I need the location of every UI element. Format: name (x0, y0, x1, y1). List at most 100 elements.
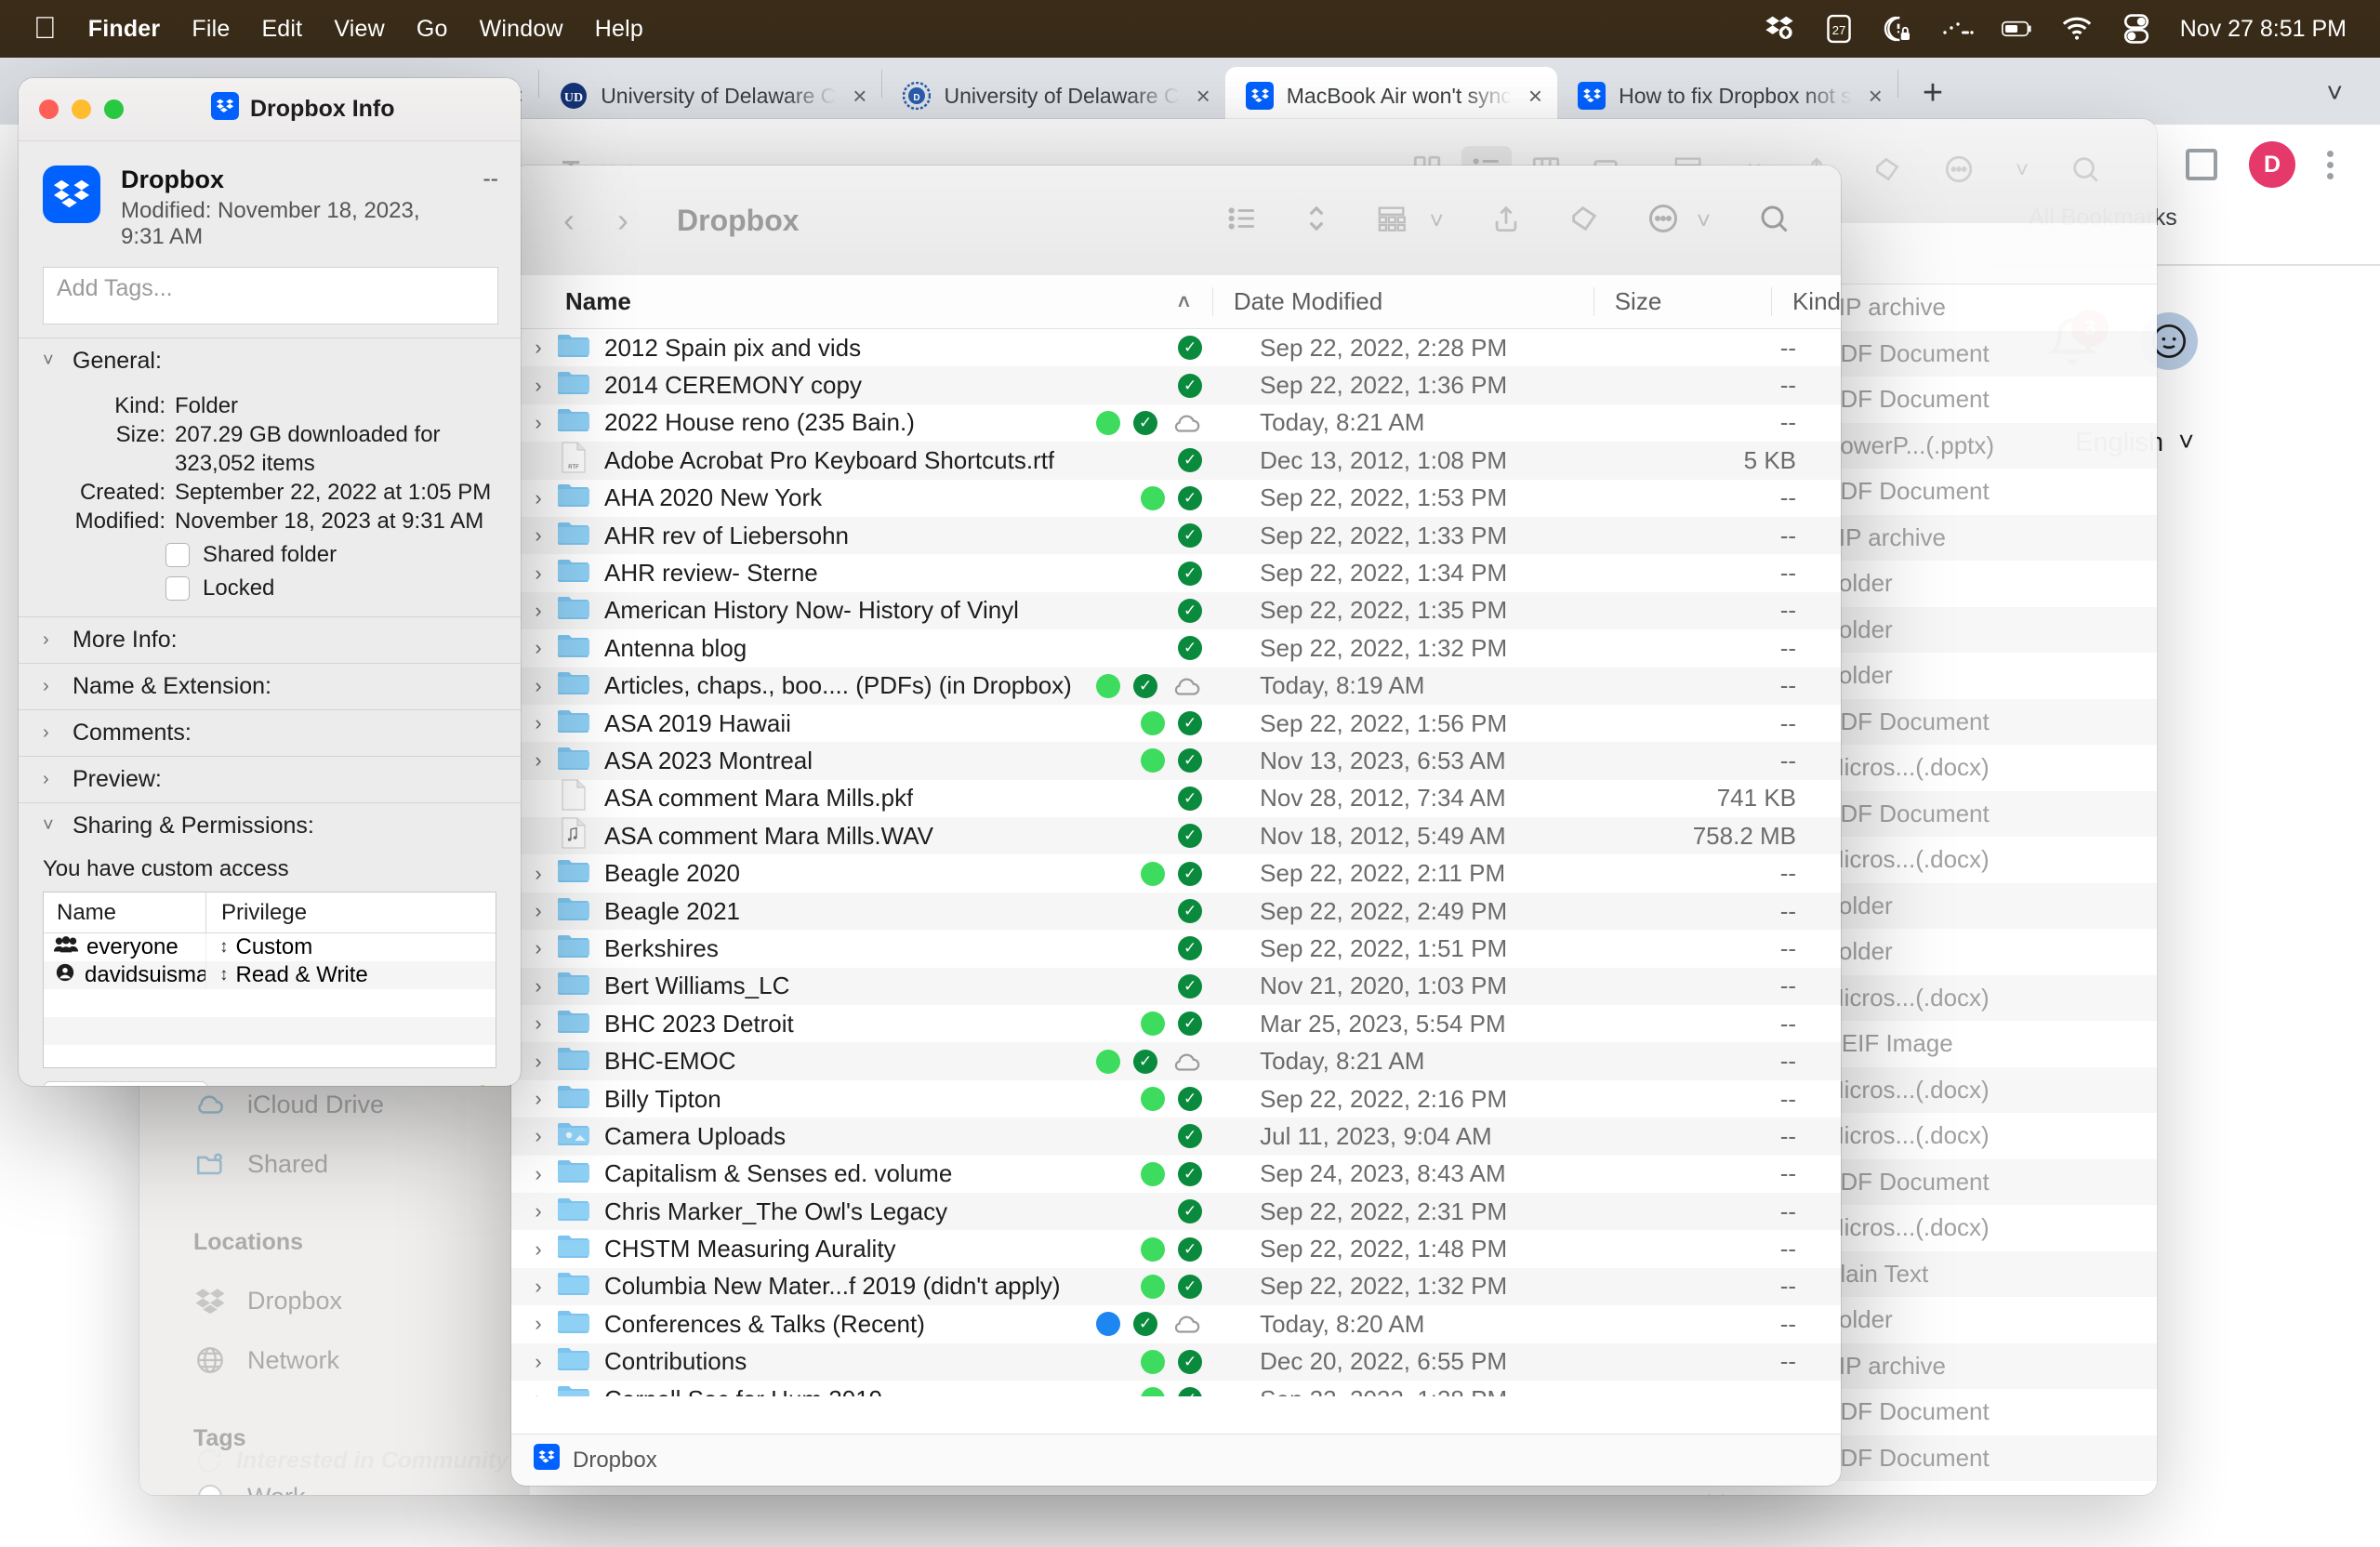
browser-tab-active[interactable]: MacBook Air won't sync × (1224, 67, 1558, 125)
cell-name[interactable]: › Chris Marker_The Owl's Legacy ✓ (511, 1195, 1239, 1229)
dropbox-icon[interactable] (1764, 13, 1795, 45)
cell-name[interactable]: › 2012 Spain pix and vids ✓ (511, 331, 1239, 365)
calendar-27-icon[interactable]: 27 (1823, 13, 1855, 45)
cell-name[interactable]: › Billy Tipton ✓ (511, 1082, 1239, 1117)
disclosure-chevron-icon[interactable]: › (522, 1012, 554, 1036)
cell-name[interactable]: › Contributions ✓ (511, 1344, 1239, 1379)
table-row[interactable]: › Berkshires ✓ Sep 22, 2022, 1:51 PM -- Folde… (511, 930, 1841, 967)
disclosure-chevron-icon[interactable]: › (522, 711, 554, 735)
disclosure-chevron-icon[interactable]: › (522, 1312, 554, 1336)
cell-name[interactable]: › AHR review- Sterne ✓ (511, 556, 1239, 590)
cell-name[interactable]: › Beagle 2020 ✓ (511, 856, 1239, 891)
table-row[interactable]: › ASA 2019 Hawaii ✓ Sep 22, 2022, 1:56 PM --… (511, 705, 1841, 742)
locked-checkbox-row[interactable]: Locked (43, 575, 496, 602)
table-row[interactable]: ASA comment Mara Mills.pkf ✓ Nov 28, 2012,… (511, 779, 1841, 817)
chevron-down-icon[interactable]: ˅ (2016, 158, 2029, 184)
share-icon[interactable] (1490, 202, 1522, 240)
tab-close-icon[interactable]: × (1197, 82, 1210, 111)
cell-name[interactable]: › Columbia New Mater...f 2019 (didn't app… (511, 1269, 1239, 1303)
info-window[interactable]: Dropbox Info Dropbox Modified: November … (19, 78, 521, 1086)
cell-name[interactable]: › Antenna blog ✓ (511, 631, 1239, 666)
menu-item-edit[interactable]: Edit (261, 16, 302, 43)
table-row[interactable]: › Capitalism & Senses ed. volume ✓ Sep 24, … (511, 1156, 1841, 1193)
disclosure-chevron-icon[interactable]: › (522, 1050, 554, 1074)
browser-menu-icon[interactable] (2327, 150, 2334, 179)
search-icon[interactable] (2069, 153, 2101, 190)
column-header-name[interactable]: Name ˄ (511, 287, 1212, 316)
column-header-size[interactable]: Size (1593, 287, 1771, 316)
disclosure-chevron-icon[interactable]: › (522, 636, 554, 660)
disclosure-chevron-icon[interactable]: › (522, 486, 554, 510)
sidebar-item-tag-work[interactable]: Work (139, 1467, 530, 1495)
disclosure-chevron-icon[interactable]: › (522, 1162, 554, 1186)
column-header-kind[interactable]: Kind (1770, 287, 1841, 316)
sidebar-item-network[interactable]: Network (139, 1330, 530, 1390)
cell-name[interactable]: RTF Adobe Acrobat Pro Keyboard Shortcuts.… (511, 442, 1239, 480)
permissions-privilege[interactable]: Custom (236, 934, 313, 960)
cell-name[interactable]: › ASA 2023 Montreal ✓ (511, 744, 1239, 778)
cell-name[interactable]: › Bert Williams_LC ✓ (511, 969, 1239, 1003)
menu-item-finder[interactable]: Finder (88, 16, 161, 43)
sidebar-toggle-icon[interactable] (2186, 149, 2217, 180)
disclosure-chevron-icon[interactable]: › (522, 674, 554, 698)
finder-window-dropbox[interactable]: ‹ › Dropbox ˅ ˅ Name ˄ Date Modified Siz… (511, 165, 1841, 1486)
close-button[interactable] (39, 99, 59, 119)
cell-name[interactable]: ASA comment Mara Mills.WAV ✓ (511, 817, 1239, 855)
permissions-row[interactable]: everyone ↕ Custom (44, 933, 496, 961)
permissions-privilege[interactable]: Read & Write (236, 962, 368, 988)
disclosure-chevron-icon[interactable]: › (522, 599, 554, 623)
cell-name[interactable]: › Articles, chaps., boo.... (PDFs) (in Dr… (511, 668, 1239, 703)
sort-icon[interactable] (1305, 201, 1328, 241)
table-row[interactable]: › BHC 2023 Detroit ✓ Mar 25, 2023, 5:54 PM -… (511, 1005, 1841, 1042)
table-row[interactable]: ASA comment Mara Mills.WAV ✓ Nov 18, 2012,… (511, 817, 1841, 855)
cell-name[interactable]: › 2014 CEREMONY copy ✓ (511, 368, 1239, 403)
table-row[interactable]: RTF Adobe Acrobat Pro Keyboard Shortcuts.… (511, 442, 1841, 480)
cell-name[interactable]: › American History Now- History of Vinyl ✓ (511, 593, 1239, 628)
disclosure-chevron-icon[interactable]: › (522, 411, 554, 435)
chevron-down-icon[interactable]: ˅ (1697, 206, 1711, 235)
disclosure-chevron-icon[interactable]: › (522, 748, 554, 773)
sidebar-item-shared[interactable]: Shared (139, 1134, 530, 1194)
table-row[interactable]: › Beagle 2021 ✓ Sep 22, 2022, 2:49 PM -- Fold… (511, 892, 1841, 931)
new-tab-button[interactable]: + (1923, 73, 1943, 113)
cell-name[interactable]: › Camera Uploads ✓ (511, 1119, 1239, 1154)
back-button[interactable]: ‹ (563, 201, 575, 240)
section-more-info[interactable]: › More Info: (19, 616, 521, 663)
shared-folder-checkbox-row[interactable]: Shared folder (43, 542, 496, 568)
apple-icon[interactable]:  (33, 12, 57, 43)
cell-name[interactable]: › Cornell Soc for Hum 2019 ✓ (511, 1382, 1239, 1396)
table-row[interactable]: › Camera Uploads ✓ Jul 11, 2023, 9:04 AM -- F… (511, 1117, 1841, 1156)
table-row[interactable]: › Billy Tipton ✓ Sep 22, 2022, 2:16 PM -- Fol… (511, 1080, 1841, 1117)
table-row[interactable]: › 2014 CEREMONY copy ✓ Sep 22, 2022, 1:36 P… (511, 366, 1841, 404)
menu-item-view[interactable]: View (334, 16, 385, 43)
browser-tab[interactable]: D University of Delaware C × (882, 67, 1224, 125)
disclosure-chevron-icon[interactable]: › (522, 1237, 554, 1262)
tab-close-icon[interactable]: × (1528, 82, 1542, 111)
tab-close-icon[interactable]: × (1869, 82, 1883, 111)
cell-name[interactable]: › Beagle 2021 ✓ (511, 894, 1239, 929)
tag-icon[interactable] (1872, 153, 1902, 190)
disclosure-chevron-icon[interactable]: › (522, 1199, 554, 1223)
disclosure-chevron-icon[interactable]: › (522, 974, 554, 998)
disclosure-chevron-icon[interactable]: › (522, 374, 554, 398)
section-name-extension[interactable]: › Name & Extension: (19, 663, 521, 709)
shared-folder-checkbox[interactable] (165, 543, 190, 567)
cell-name[interactable]: › CHSTM Measuring Aurality ✓ (511, 1232, 1239, 1266)
table-row[interactable]: › Chris Marker_The Owl's Legacy ✓ Sep 22, 2… (511, 1192, 1841, 1231)
section-comments[interactable]: › Comments: (19, 709, 521, 756)
permissions-row[interactable]: davidsuisman (... ↕ Read & Write (44, 961, 496, 989)
control-center-icon[interactable] (2121, 13, 2152, 45)
list-view-icon[interactable] (1225, 203, 1259, 239)
table-row[interactable]: › Bert Williams_LC ✓ Nov 21, 2020, 1:03 PM -… (511, 967, 1841, 1006)
table-row[interactable]: › Conferences & Talks (Recent) ✓ Today, 8:2… (511, 1305, 1841, 1342)
disclosure-chevron-icon[interactable]: › (522, 1124, 554, 1148)
menu-item-go[interactable]: Go (416, 16, 448, 43)
disclosure-chevron-icon[interactable]: › (522, 1387, 554, 1396)
table-row[interactable]: › Articles, chaps., boo.... (PDFs) (in Dr… (511, 667, 1841, 705)
table-row[interactable]: › Beagle 2020 ✓ Sep 22, 2022, 2:11 PM -- Fold… (511, 854, 1841, 892)
cell-name[interactable]: › Conferences & Talks (Recent) ✓ (511, 1307, 1239, 1342)
table-row[interactable]: › 2012 Spain pix and vids ✓ Sep 22, 2022, 2… (511, 329, 1841, 366)
cell-name[interactable]: › AHR rev of Liebersohn ✓ (511, 519, 1239, 553)
table-row[interactable]: › Columbia New Mater...f 2019 (didn't app… (511, 1267, 1841, 1306)
tab-close-icon[interactable]: × (853, 82, 866, 111)
